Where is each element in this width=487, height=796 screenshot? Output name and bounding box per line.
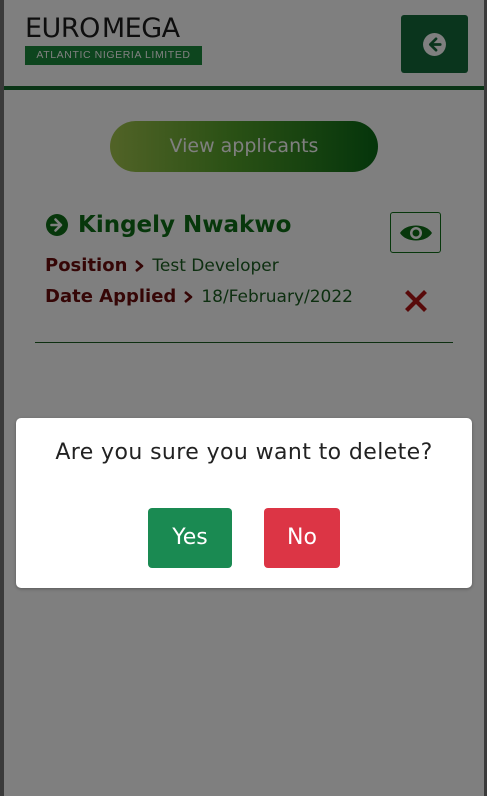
dialog-message: Are you sure you want to delete? xyxy=(55,440,433,465)
modal-backdrop[interactable] xyxy=(4,0,484,796)
no-button[interactable]: No xyxy=(264,508,340,568)
yes-button[interactable]: Yes xyxy=(148,508,232,568)
delete-confirm-dialog: Are you sure you want to delete? Yes No xyxy=(16,418,472,588)
